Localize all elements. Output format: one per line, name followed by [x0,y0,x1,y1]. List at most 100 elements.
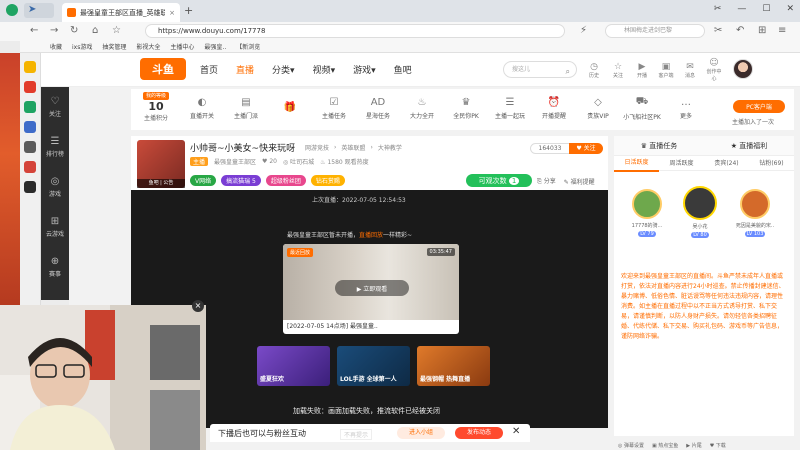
rank-item[interactable]: 死因是美貌的宋.. LV 103 [730,189,780,237]
tag-diamond[interactable]: 钻石赏赐 [310,175,345,186]
anchor-avatar-label[interactable]: 鱼吧 | 公告 [137,179,185,188]
avatar[interactable] [733,59,753,79]
tab-group[interactable]: ➤ [24,3,54,18]
client-button[interactable]: ▣ 客户端 [657,62,675,79]
rank-item[interactable]: 吴小花 LV 80 [675,186,725,238]
creator-center-button[interactable]: ☺ 创作中心 [705,58,723,82]
bookmark-item[interactable]: 【新浏览 [236,42,260,51]
toolbar-faction[interactable]: ▤ 主播门派 [224,97,268,120]
search-icon[interactable]: ⌕ [566,64,570,79]
left-nav-ranking[interactable]: ☰ 排行榜 [41,127,69,167]
enter-group-button[interactable]: 进入小组 [397,427,445,439]
site-search-input[interactable]: 搜这儿 ⌕ [503,61,577,78]
toolbar-reminder[interactable]: ⏰ 开播提醒 [532,97,576,120]
home-icon[interactable]: ⌂ [92,25,98,36]
start-stream-button[interactable]: ▶ 开播 [633,62,651,79]
toolbar-more[interactable]: … 更多 [664,97,708,120]
refresh-icon[interactable]: ↻ [70,25,78,36]
post-update-button[interactable]: 发布动态 [455,427,503,439]
bookmark-item[interactable]: 抽奖管理 [102,42,126,51]
lightning-icon[interactable]: ⚡ [580,25,587,36]
nav-live[interactable]: 直播 [236,63,254,76]
category-tag[interactable]: 大神教学 [378,143,402,152]
toolbar-boost[interactable]: ♨ 大力全开 [400,97,444,120]
toolbar-live-switch[interactable]: ◐ 直播开关 [180,97,224,120]
tag-network[interactable]: V网络 [190,175,217,186]
tab-douyu[interactable]: 最强皇童王部区直播_英雄联盟 × [62,3,180,22]
follow-button[interactable]: ♥ 关注 [569,143,603,154]
new-tab-button[interactable]: + [184,4,193,17]
tab-daily[interactable]: 日活跃度 [614,155,659,172]
clip-button[interactable]: ▶ 片尾 [686,442,701,449]
close-window-button[interactable]: ✕ [786,4,794,14]
anchor-name[interactable]: 最强皇童王部区 [214,157,256,166]
replay-card[interactable]: 最近回放 03:35:47 ▶ 立即观看 [2022-07-05 14点场] 最… [283,244,459,334]
toolbar-vip[interactable]: ◇ 贵族VIP [576,97,620,120]
bookmark-item[interactable]: 收藏 [50,42,62,51]
report-button[interactable]: ✎ 福利提醒 [564,177,595,186]
tab-diamond[interactable]: 钻粉(69) [749,156,794,171]
webcam-overlay[interactable] [0,305,206,450]
no-remind-checkbox[interactable]: 不再提示 [340,429,373,440]
scissors-icon[interactable]: ✂ [714,25,722,36]
follow-button[interactable]: ☆ 关注 [609,62,627,79]
recommend-thumb[interactable]: LOL手游 全球第一人 [337,346,410,386]
message-button[interactable]: ✉ 消息 [681,62,699,79]
maximize-button[interactable]: ☐ [762,4,770,14]
left-nav-cloud-game[interactable]: ⊞ 云游戏 [41,207,69,247]
forward-icon[interactable]: → [50,25,58,36]
danmaku-settings-button[interactable]: ◎ 弹幕设置 [618,442,644,449]
nav-yuba[interactable]: 鱼吧 [394,63,412,76]
nav-game[interactable]: 游戏▾ [353,63,376,76]
toolbar-play-together[interactable]: ☰ 主播一起玩 [488,97,532,120]
undo-icon[interactable]: ↶ [736,25,744,36]
toolbar-star-task[interactable]: AD 星海任务 [356,97,400,120]
tab-vip[interactable]: 贵宾(24) [704,156,749,171]
tab-close-icon[interactable]: × [169,9,175,17]
category-tag[interactable]: 网游竞技 [305,143,329,152]
share-button[interactable]: ⎘ 分享 [537,176,556,186]
watch-task-counter[interactable]: 可观次数 1 [466,174,532,187]
app-icon[interactable] [24,141,36,153]
recommend-thumb[interactable]: 最强钢帽 热舞直播 [417,346,490,386]
bookmark-item[interactable]: ixs游戏 [72,42,92,51]
game-icon[interactable] [24,161,36,173]
minimize-button[interactable]: — [737,4,746,14]
grid-icon[interactable]: ⊞ [758,25,766,36]
recommend-thumb[interactable]: 盛夏狂欢 [257,346,330,386]
tag-challenge[interactable]: 搞流猫瑞 5 [221,175,261,186]
douyu-logo[interactable]: 斗鱼 [140,58,186,80]
category-tag[interactable]: 英雄联盟 [341,143,365,152]
anchor-level[interactable]: 我的等级 10 主播积分 [135,91,177,122]
nav-video[interactable]: 视频▾ [313,63,336,76]
live-benefit-tab[interactable]: ★ 直播福利 [704,141,794,151]
favorites-icon[interactable] [24,61,36,73]
bookmark-item[interactable]: 影视大全 [136,42,160,51]
toolbar-pk[interactable]: ♛ 全民你PK [444,97,488,120]
replay-play-button[interactable]: ▶ 立即观看 [335,280,409,296]
star-icon[interactable]: ☆ [112,25,121,36]
browser-search-input[interactable]: 林国梅走进剑巴黎 [605,24,705,38]
back-icon[interactable]: ← [30,25,38,36]
url-input[interactable]: https://www.douyu.com/17778 [145,24,565,38]
menu-icon[interactable]: ≡ [778,25,786,36]
left-nav-follow[interactable]: ♡ 关注 [41,87,69,127]
left-nav-game[interactable]: ◎ 游戏 [41,167,69,207]
toolbar-ship-pk[interactable]: ⛟ 小飞船社区PK [620,96,664,121]
pc-client-button[interactable]: PC客户端 [733,100,785,113]
close-icon[interactable]: ✕ [512,426,520,437]
toolbar-gift[interactable]: 🎁 [268,102,312,116]
toolbar-task[interactable]: ☑ 主播任务 [312,97,356,120]
app-icon[interactable] [24,121,36,133]
app-icon[interactable] [24,181,36,193]
weibo-icon[interactable] [24,81,36,93]
history-button[interactable]: ◷ 历史 [585,62,603,79]
rank-item[interactable]: 17778的骑... LV 79 [622,189,672,237]
live-task-tab[interactable]: ♛ 直播任务 [614,141,704,151]
bookmark-item[interactable]: 主播中心 [170,42,194,51]
screenshot-icon[interactable]: ✂ [714,4,722,14]
download-button[interactable]: ♥ 下载 [710,442,726,449]
nav-category[interactable]: 分类▾ [272,63,295,76]
tab-weekly[interactable]: 周活跃度 [659,156,704,171]
bookmark-item[interactable]: 最强皇.. [204,42,226,51]
